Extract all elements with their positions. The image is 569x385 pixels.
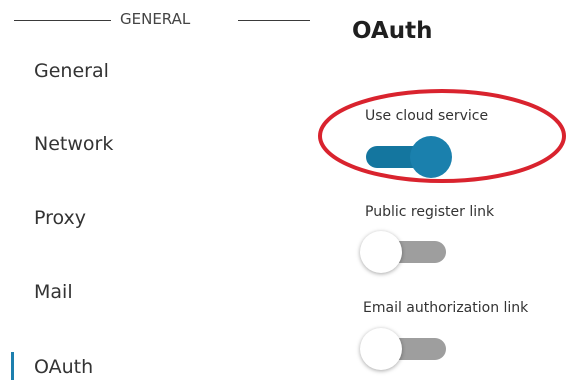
- page-title: OAuth: [352, 18, 433, 44]
- use-cloud-service-label: Use cloud service: [365, 108, 489, 124]
- section-divider-right: [238, 20, 310, 21]
- toggle-knob: [410, 136, 452, 178]
- sidebar-section-header: GENERAL: [14, 9, 310, 31]
- toggle-knob: [360, 328, 402, 370]
- sidebar-item-network[interactable]: Network: [34, 132, 113, 156]
- section-divider-left: [14, 20, 111, 21]
- sidebar-item-mail[interactable]: Mail: [34, 280, 73, 304]
- active-item-indicator: [11, 352, 14, 380]
- toggle-knob: [360, 231, 402, 273]
- section-title: GENERAL: [120, 10, 191, 28]
- email-authorization-link-toggle[interactable]: [360, 328, 452, 370]
- public-register-link-label: Public register link: [365, 204, 495, 220]
- public-register-link-toggle[interactable]: [360, 231, 452, 273]
- sidebar-item-proxy[interactable]: Proxy: [34, 206, 86, 230]
- email-authorization-link-label: Email authorization link: [363, 300, 529, 316]
- use-cloud-service-toggle[interactable]: [360, 136, 452, 178]
- sidebar-item-oauth[interactable]: OAuth: [34, 355, 93, 379]
- sidebar-item-general[interactable]: General: [34, 59, 109, 83]
